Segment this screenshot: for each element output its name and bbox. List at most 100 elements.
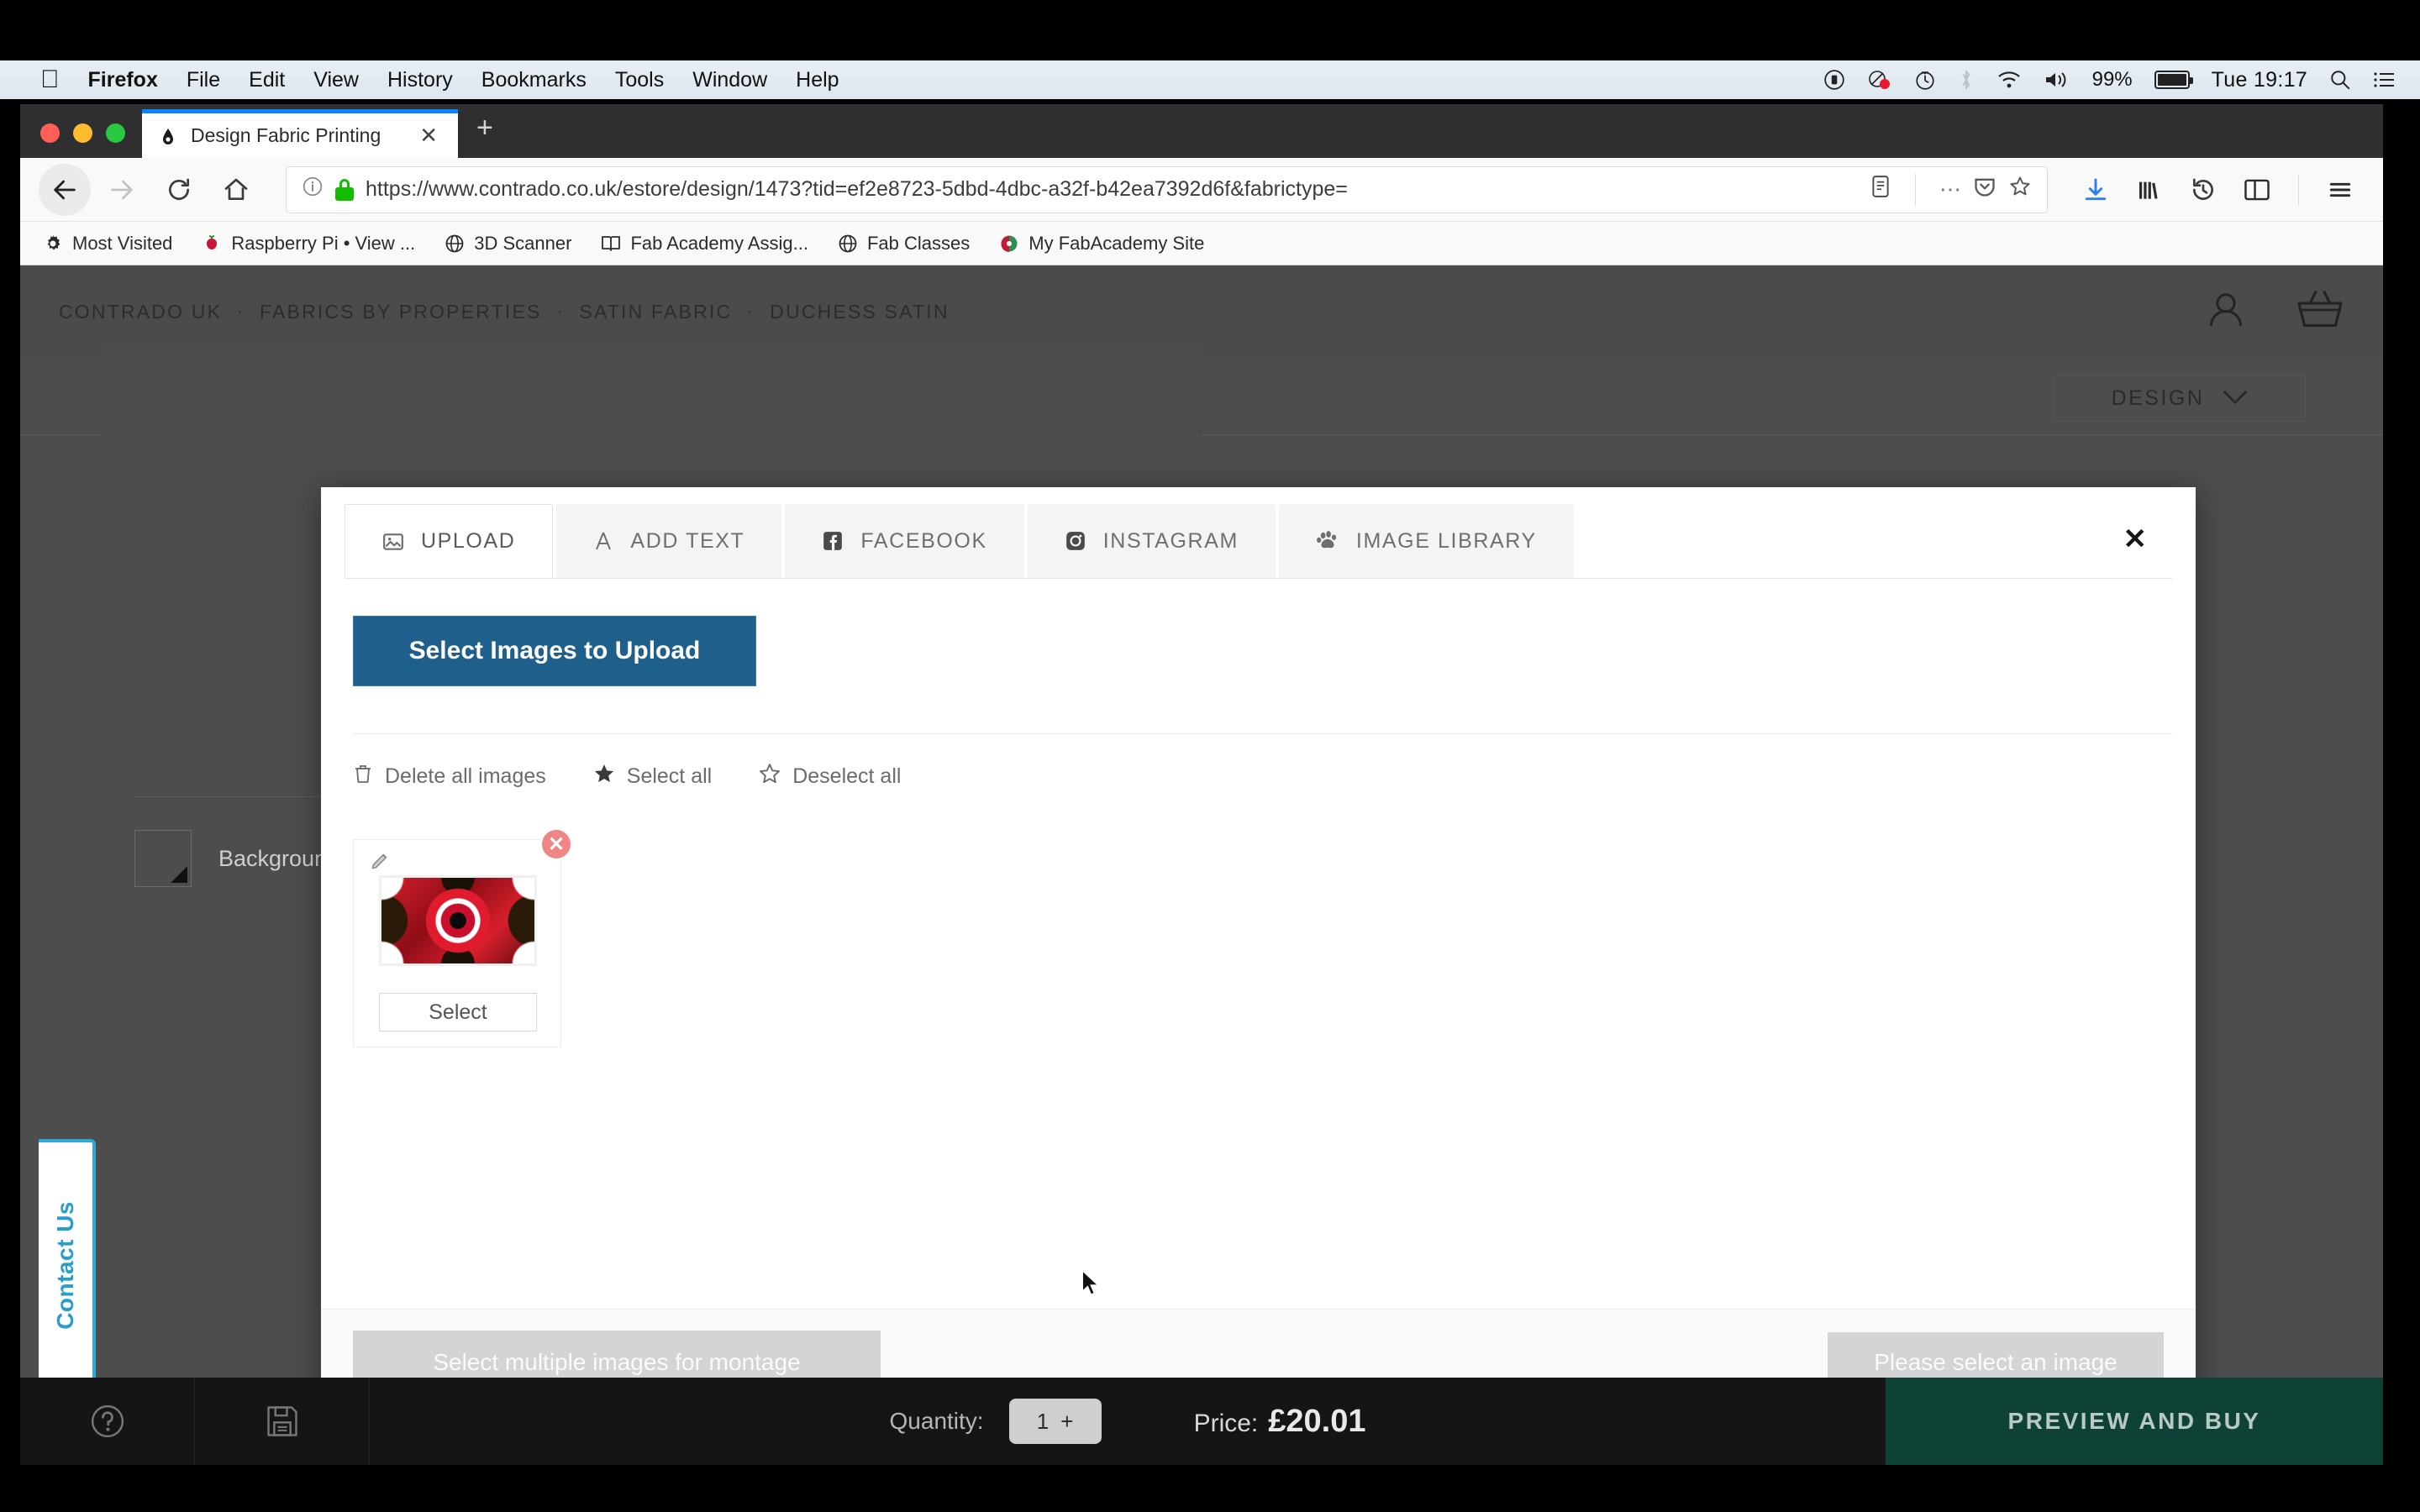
design-dropdown[interactable]: DESIGN	[2054, 375, 2306, 422]
bookmark-my-fabacademy-site[interactable]: My FabAcademy Site	[998, 233, 1204, 255]
screen-record-icon[interactable]	[1823, 69, 1845, 91]
https-lock-icon[interactable]	[335, 178, 354, 201]
bluetooth-icon[interactable]	[1958, 68, 1975, 92]
bookmark-star-icon[interactable]	[2008, 175, 2032, 204]
window-traffic-lights	[20, 123, 142, 158]
back-arrow-icon[interactable]	[39, 163, 91, 216]
star-outline-icon	[759, 763, 781, 790]
star-filled-icon	[593, 763, 615, 790]
reload-icon[interactable]	[153, 164, 205, 216]
page-content: CONTRADO UK · FABRICS BY PROPERTIES · SA…	[20, 265, 2383, 1465]
modal-tab-bar: UPLOAD ADD TEXT FACEBOOK INSTAGRAM IMAGE…	[321, 487, 2196, 578]
tab-image-library[interactable]: IMAGE LIBRARY	[1278, 504, 1574, 578]
history-icon[interactable]	[2179, 165, 2228, 214]
menu-tools[interactable]: Tools	[615, 68, 664, 92]
shopping-basket-icon[interactable]	[2296, 288, 2344, 336]
new-tab-button[interactable]: +	[458, 112, 512, 158]
bookmark-most-visited[interactable]: Most Visited	[42, 233, 172, 255]
select-image-button[interactable]: Select	[379, 993, 537, 1032]
close-icon[interactable]: ✕	[2123, 522, 2148, 556]
modal-body: Select Images to Upload Delete all image…	[321, 579, 2196, 1309]
tab-facebook[interactable]: FACEBOOK	[785, 504, 1024, 578]
background-color-swatch[interactable]	[134, 830, 192, 887]
hamburger-menu-icon[interactable]	[2316, 165, 2365, 214]
menu-app-name[interactable]: Firefox	[88, 68, 158, 92]
close-icon[interactable]: ✕	[414, 123, 443, 149]
contact-us-tab[interactable]: Contact Us	[39, 1139, 96, 1391]
browser-tab[interactable]: Design Fabric Printing ✕	[142, 109, 458, 158]
bookmark-label: My FabAcademy Site	[1028, 232, 1205, 254]
bookmark-label: Raspberry Pi • View ...	[231, 232, 416, 254]
breadcrumb-item-satin-fabric[interactable]: SATIN FABRIC	[579, 301, 732, 323]
bookmark-3d-scanner[interactable]: 3D Scanner	[444, 233, 571, 255]
menu-file[interactable]: File	[187, 68, 220, 92]
bookmark-label: Fab Classes	[866, 232, 971, 254]
sidebar-icon[interactable]	[2233, 165, 2281, 214]
menu-help[interactable]: Help	[796, 68, 839, 92]
firefox-window: Design Fabric Printing ✕ + https://www.c…	[20, 104, 2383, 1465]
volume-icon[interactable]	[2044, 70, 2070, 90]
bookmark-label: Most Visited	[72, 232, 173, 254]
pocket-icon[interactable]	[1973, 175, 1996, 204]
minimize-window-button[interactable]	[73, 123, 92, 143]
user-account-icon[interactable]	[2203, 287, 2249, 337]
close-window-button[interactable]	[40, 123, 60, 143]
breadcrumb-item-duchess-satin[interactable]: DUCHESS SATIN	[770, 301, 949, 323]
deselect-all-action[interactable]: Deselect all	[759, 763, 901, 790]
breadcrumb-item-contrado-uk[interactable]: CONTRADO UK	[59, 301, 222, 323]
menu-bookmarks[interactable]: Bookmarks	[481, 68, 587, 92]
wifi-icon[interactable]	[1996, 70, 2022, 90]
gallery-item[interactable]: ✕ Select	[353, 828, 572, 1047]
maximize-window-button[interactable]	[106, 123, 125, 143]
page-info-icon[interactable]	[302, 176, 324, 203]
delete-circle-icon[interactable]: ✕	[540, 828, 572, 860]
help-question-icon[interactable]	[20, 1378, 195, 1465]
price-display: Price: £20.01	[1194, 1404, 1366, 1440]
bookmark-raspberry-pi[interactable]: Raspberry Pi • View ...	[201, 233, 415, 255]
search-icon[interactable]	[2329, 69, 2351, 91]
text-a-icon	[593, 530, 613, 552]
image-upload-icon	[382, 531, 404, 553]
red-kaleidoscope-pattern-thumbnail[interactable]	[379, 875, 537, 966]
downloads-icon[interactable]	[2071, 165, 2120, 214]
mouse-pointer	[1081, 1268, 1102, 1298]
menu-history[interactable]: History	[387, 68, 453, 92]
tab-instagram[interactable]: INSTAGRAM	[1027, 504, 1276, 578]
forward-arrow-icon[interactable]	[96, 164, 148, 216]
image-upload-modal: UPLOAD ADD TEXT FACEBOOK INSTAGRAM IMAGE…	[321, 487, 2196, 1415]
contrado-favicon	[157, 124, 179, 147]
bookmark-fab-classes[interactable]: Fab Classes	[837, 233, 970, 255]
menu-window[interactable]: Window	[692, 68, 767, 92]
site-icon	[998, 233, 1020, 255]
url-bar[interactable]: https://www.contrado.co.uk/estore/design…	[286, 165, 2048, 213]
breadcrumb-item-fabrics-by-properties[interactable]: FABRICS BY PROPERTIES	[260, 301, 542, 323]
battery-icon	[2154, 71, 2193, 89]
screen-capture-recording-icon[interactable]	[1867, 69, 1892, 91]
menu-edit[interactable]: Edit	[249, 68, 285, 92]
reader-view-icon[interactable]	[1870, 175, 1891, 204]
menu-view[interactable]: View	[313, 68, 359, 92]
library-icon[interactable]	[2125, 165, 2174, 214]
save-floppy-icon[interactable]	[195, 1378, 370, 1465]
time-machine-icon[interactable]	[1914, 69, 1936, 91]
preview-and-buy-button[interactable]: PREVIEW AND BUY	[1886, 1378, 2383, 1465]
tab-label: UPLOAD	[421, 529, 516, 553]
select-all-action[interactable]: Select all	[593, 763, 712, 790]
select-images-to-upload-button[interactable]: Select Images to Upload	[353, 616, 756, 686]
quantity-increment-button[interactable]: +	[1060, 1409, 1073, 1435]
tab-add-text[interactable]: ADD TEXT	[556, 504, 782, 578]
contact-us-label: Contact Us	[52, 1200, 78, 1330]
menubar-clock[interactable]: Tue 19:17	[2212, 68, 2307, 92]
delete-all-images-action[interactable]: Delete all images	[353, 763, 546, 790]
toolbar-separator	[2298, 173, 2299, 206]
notification-center-icon[interactable]	[2373, 70, 2396, 90]
tab-upload[interactable]: UPLOAD	[345, 504, 554, 578]
apple-icon[interactable]: 	[40, 67, 60, 92]
page-actions-icon[interactable]: ⋯	[1939, 176, 1961, 202]
screen:  Firefox File Edit View History Bookmar…	[0, 0, 2420, 1512]
home-icon[interactable]	[210, 164, 262, 216]
bookmark-fab-academy-assignments[interactable]: Fab Academy Assig...	[600, 233, 808, 255]
quantity-stepper[interactable]: 1 +	[1008, 1399, 1102, 1444]
pencil-edit-icon[interactable]	[369, 850, 391, 878]
raspberry-pi-icon	[201, 233, 223, 255]
